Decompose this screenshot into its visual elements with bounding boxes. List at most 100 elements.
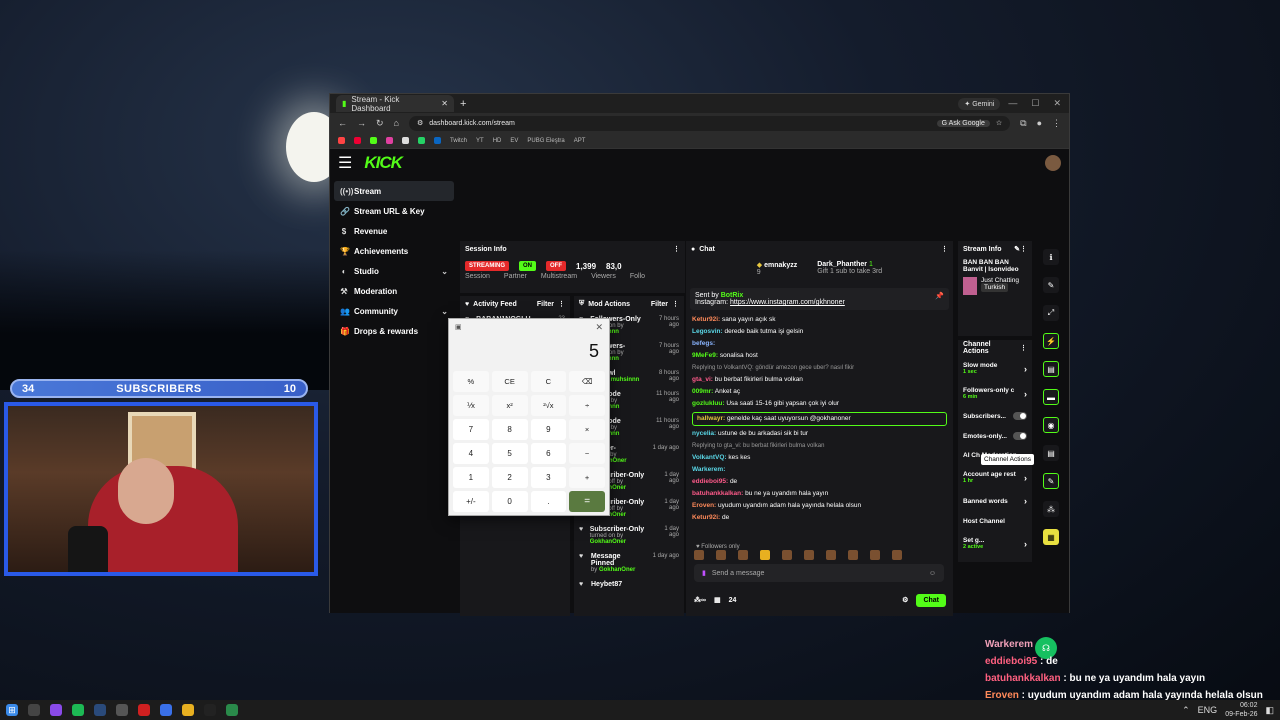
emote-icon[interactable]	[826, 550, 836, 560]
chat-username[interactable]: gozlukluu:	[692, 400, 725, 407]
calc-key[interactable]: 2	[491, 467, 528, 488]
site-info-icon[interactable]: ⚙	[417, 119, 423, 127]
channel-action-emotes-only[interactable]: Emotes-only...	[958, 426, 1032, 446]
lightning-icon[interactable]: ⚡	[1043, 333, 1059, 349]
chat-username[interactable]: 009mr:	[692, 388, 713, 395]
bookmark-icon[interactable]	[370, 137, 377, 144]
calc-key[interactable]: +	[569, 467, 605, 488]
bookmark-star-icon[interactable]: ☆	[996, 119, 1002, 127]
chevron-right-icon[interactable]: ›	[1024, 539, 1027, 549]
emote-icon[interactable]	[694, 550, 704, 560]
calc-key[interactable]: 5	[491, 443, 528, 464]
filter-button[interactable]: Filter	[537, 301, 554, 308]
calc-key[interactable]: 6	[530, 443, 567, 464]
calc-key[interactable]: C	[530, 371, 567, 392]
forward-icon[interactable]: →	[357, 118, 366, 128]
settings-icon[interactable]: ⚙	[902, 596, 908, 604]
calc-key[interactable]: 7	[453, 419, 489, 440]
reload-icon[interactable]: ↻	[376, 118, 384, 129]
widget-icon[interactable]: ▦	[1043, 529, 1059, 545]
close-tab-icon[interactable]: ✕	[441, 99, 448, 108]
chat-send-button[interactable]: Chat	[916, 593, 946, 607]
sidebar-item-stream[interactable]: ((•)) Stream	[334, 181, 454, 201]
sidebar-item-achievements[interactable]: 🏆 Achievements	[334, 241, 454, 261]
extensions-icon[interactable]: ⧉	[1020, 118, 1026, 129]
chat-username[interactable]: Ketur92i:	[692, 514, 720, 521]
channel-action-account-age-rest[interactable]: Account age rest 1 hr ›	[958, 465, 1032, 490]
app-icon[interactable]	[160, 704, 172, 716]
chat-username[interactable]: Legosvin:	[692, 328, 723, 335]
wrench-icon[interactable]: ✎	[1043, 473, 1059, 489]
channel-action-set-g[interactable]: Set g... 2 active ›	[958, 531, 1032, 556]
users-icon[interactable]: ⁂	[1043, 501, 1059, 517]
spotify-icon[interactable]	[72, 704, 84, 716]
chevron-right-icon[interactable]: ›	[1024, 389, 1027, 399]
bookmark-icon[interactable]	[354, 137, 361, 144]
more-icon[interactable]: ⋮	[1020, 344, 1027, 352]
channel-action-slow-mode[interactable]: Slow mode 1 sec ›	[958, 356, 1032, 381]
mod-action-by[interactable]: GokhanOner	[599, 567, 635, 573]
bookmark-apt[interactable]: APT	[574, 138, 586, 144]
chevron-down-icon[interactable]: ⌄	[441, 267, 448, 276]
menu-icon[interactable]: ⋮	[1052, 118, 1061, 129]
chat-username[interactable]: befegs:	[692, 340, 715, 347]
bookmark-yt[interactable]: YT	[476, 138, 484, 144]
files-icon[interactable]	[28, 704, 40, 716]
start-icon[interactable]: ⊞	[6, 704, 18, 716]
emote-icon[interactable]	[760, 550, 770, 560]
calc-key[interactable]: 0	[491, 491, 528, 512]
chat-username[interactable]: 9MeFe9:	[692, 352, 718, 359]
close-window-icon[interactable]: ✕	[1053, 98, 1061, 109]
sidebar-item-moderation[interactable]: ⚒ Moderation	[334, 281, 454, 301]
kick-logo[interactable]: KICK	[364, 153, 403, 173]
sidebar-item-community[interactable]: 👥 Community ⌄	[334, 301, 454, 321]
address-bar[interactable]: ⚙ dashboard.kick.com/stream G Ask Google…	[408, 115, 1011, 131]
pin-icon[interactable]: 📌	[935, 292, 944, 300]
bookmark-icon[interactable]	[418, 137, 425, 144]
edit-icon[interactable]: ✎⋮	[1014, 245, 1027, 253]
clock[interactable]: 06:02 09-Feb-26	[1225, 701, 1257, 719]
bookmark-twitch[interactable]: Twitch	[450, 138, 467, 144]
new-tab-button[interactable]: +	[460, 98, 466, 110]
gift-user1[interactable]: emnakyzz	[764, 262, 797, 269]
calc-key[interactable]: ⌫	[569, 371, 605, 392]
chat-username[interactable]: Ketur92i:	[692, 316, 720, 323]
language-indicator[interactable]: ENG	[1198, 705, 1218, 715]
calc-key[interactable]: %	[453, 371, 489, 392]
pinned-link[interactable]: https://www.instagram.com/gkhnoner	[730, 299, 845, 306]
chat-icon[interactable]: ▬	[1043, 389, 1059, 405]
chat-username[interactable]: Warkerem:	[692, 466, 725, 473]
calc-key[interactable]: 9	[530, 419, 567, 440]
calc-key[interactable]: 1	[453, 467, 489, 488]
calc-key[interactable]: 3	[530, 467, 567, 488]
bookmark-icon[interactable]	[434, 137, 441, 144]
chevron-down-icon[interactable]: ⌄	[441, 307, 448, 316]
expand-icon[interactable]: ⤢	[1043, 305, 1059, 321]
emote-icon[interactable]	[870, 550, 880, 560]
info-icon[interactable]: ℹ	[1043, 249, 1059, 265]
filter-button[interactable]: Filter	[651, 301, 668, 308]
mod-action-by[interactable]: GokhanOner	[590, 539, 626, 545]
chrome-icon[interactable]	[182, 704, 194, 716]
chevron-right-icon[interactable]: ›	[1024, 496, 1027, 506]
chevron-right-icon[interactable]: ›	[1024, 364, 1027, 374]
bookmark-pubg[interactable]: PUBG Eleştra	[527, 138, 564, 144]
chat-username[interactable]: gta_vi:	[692, 376, 713, 383]
profile-icon[interactable]: ●	[1037, 118, 1042, 128]
emote-icon[interactable]	[716, 550, 726, 560]
broadcast-icon[interactable]: ◉	[1043, 417, 1059, 433]
chat-username[interactable]: VolkantVQ:	[692, 454, 727, 461]
calc-key[interactable]: ²√x	[530, 395, 567, 416]
sidebar-item-studio[interactable]: ◐ Studio ⌄	[334, 261, 454, 281]
gemini-button[interactable]: ✦ Gemini	[958, 97, 1001, 110]
calc-key[interactable]: 8	[491, 419, 528, 440]
mod-action-by[interactable]: muhsinnn	[611, 377, 640, 383]
calc-key[interactable]: ⅟x	[453, 395, 489, 416]
channel-action-host-channel[interactable]: Host Channel	[958, 512, 1032, 531]
chat-input[interactable]: ▮ Send a message ☺	[694, 564, 944, 582]
users-icon[interactable]: ⁂∞	[694, 596, 706, 604]
bookmark-hd[interactable]: HD	[493, 138, 502, 144]
home-icon[interactable]: ⌂	[394, 118, 399, 128]
calc-key[interactable]: ÷	[569, 395, 605, 416]
emote-icon[interactable]	[892, 550, 902, 560]
